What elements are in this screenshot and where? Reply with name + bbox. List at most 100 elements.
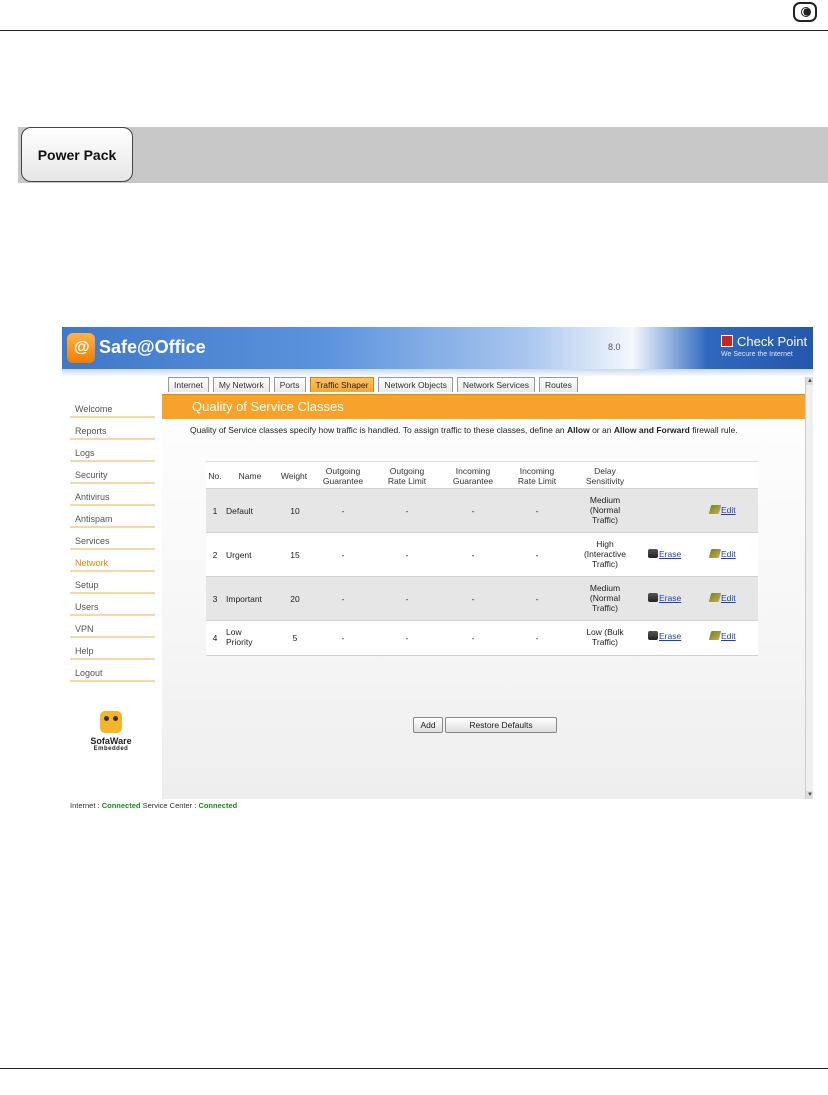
header-line: Outgoing: [325, 466, 361, 476]
vertical-scrollbar[interactable]: ▲ ▼: [805, 377, 813, 799]
erase-link[interactable]: Erase: [648, 549, 681, 559]
edit-link[interactable]: Edit: [708, 631, 736, 641]
cell-outgoing-rate-limit: -: [405, 633, 409, 643]
header-line: Sensitivity: [585, 476, 625, 486]
sidebar-item-label: Users: [75, 602, 99, 612]
sofaware-logo: SofaWare Embedded: [84, 711, 138, 752]
section-header: Quality of Service Classes: [162, 394, 805, 419]
cell-name: Important: [226, 594, 276, 604]
edit-link[interactable]: Edit: [708, 505, 736, 515]
sidebar-item-antispam[interactable]: Antispam: [70, 507, 155, 528]
table-header-row: No. Name Weight Outgoing Guarantee Outgoi…: [206, 461, 758, 488]
document-logo-icon: [793, 2, 817, 22]
edit-icon: [708, 549, 722, 558]
trash-icon: [648, 593, 658, 602]
cell-no: 1: [212, 506, 218, 516]
header-line: Incoming: [519, 466, 555, 476]
section-title: Quality of Service Classes: [192, 399, 344, 414]
name-line: Low: [226, 627, 242, 637]
col-outgoing-rate-limit: Outgoing Rate Limit: [382, 466, 432, 486]
ds-line: Medium: [589, 495, 621, 505]
app-header: Safe@Office 8.0 Check Point We Secure th…: [62, 327, 813, 369]
table-row: 3 Important 20 - - - - Medium (Normal Traf…: [206, 576, 758, 620]
status-service-value: Connected: [198, 801, 238, 810]
ds-line: Medium: [589, 583, 621, 593]
status-internet-label: Internet :: [70, 801, 100, 810]
tab-my-network[interactable]: My Network: [212, 377, 270, 392]
app-screenshot: Safe@Office 8.0 Check Point We Secure th…: [62, 327, 813, 813]
name-line: Urgent: [226, 550, 252, 560]
tab-network-services[interactable]: Network Services: [456, 377, 535, 392]
cell-outgoing-rate-limit: -: [405, 506, 409, 516]
sidebar-item-reports[interactable]: Reports: [70, 419, 155, 440]
cell-no: 4: [212, 633, 218, 643]
erase-link[interactable]: Erase: [648, 631, 681, 641]
cell-delay-sensitivity: Medium (Normal Traffic): [572, 495, 638, 525]
col-incoming-guarantee: Incoming Guarantee: [448, 466, 498, 486]
scroll-up-icon[interactable]: ▲: [806, 377, 813, 385]
cell-name: Default: [226, 506, 276, 516]
cell-no: 2: [212, 550, 218, 560]
sidebar-item-logs[interactable]: Logs: [70, 441, 155, 462]
ds-line: (Normal: [589, 505, 621, 515]
app-title: Safe@Office: [99, 337, 206, 357]
add-button[interactable]: Add: [413, 717, 443, 733]
ds-line: Traffic): [592, 515, 618, 525]
tab-ports[interactable]: Ports: [273, 377, 306, 392]
cell-no: 3: [212, 594, 218, 604]
header-line: Delay: [594, 466, 616, 476]
sidebar-nav: Welcome Reports Logs Security Antivirus …: [62, 397, 160, 683]
cell-incoming-rate-limit: -: [535, 633, 539, 643]
erase-label: Erase: [659, 549, 682, 559]
sidebar-item-setup[interactable]: Setup: [70, 573, 155, 594]
power-pack-badge: Power Pack: [21, 127, 133, 182]
sidebar-item-label: Services: [75, 536, 110, 546]
edit-icon: [708, 505, 722, 514]
sofaware-mascot-icon: [100, 711, 122, 733]
sidebar-item-logout[interactable]: Logout: [70, 661, 155, 682]
col-outgoing-guarantee: Outgoing Guarantee: [318, 466, 368, 486]
cell-name: Low Priority: [226, 627, 276, 647]
sofaware-subtitle: Embedded: [93, 746, 129, 752]
restore-defaults-button[interactable]: Restore Defaults: [445, 717, 557, 733]
section-description: Quality of Service classes specify how t…: [190, 425, 790, 436]
sidebar-item-label: Logs: [75, 448, 95, 458]
main-content: Internet My Network Ports Traffic Shaper…: [162, 377, 805, 799]
sidebar-item-network[interactable]: Network: [70, 551, 155, 572]
edit-link[interactable]: Edit: [708, 549, 736, 559]
header-line: Rate Limit: [387, 476, 427, 486]
cell-outgoing-rate-limit: -: [405, 550, 409, 560]
edit-link[interactable]: Edit: [708, 593, 736, 603]
header-line: Outgoing: [389, 466, 425, 476]
tab-internet[interactable]: Internet: [168, 377, 209, 392]
tab-traffic-shaper[interactable]: Traffic Shaper: [309, 377, 375, 392]
sidebar-item-label: VPN: [75, 624, 94, 634]
sidebar-item-label: Logout: [75, 668, 103, 678]
sidebar-item-services[interactable]: Services: [70, 529, 155, 550]
header-line: Rate Limit: [517, 476, 557, 486]
desc-text: Quality of Service classes specify how t…: [190, 425, 568, 435]
desc-text: firewall rule.: [689, 425, 738, 435]
desc-allow: Allow: [567, 425, 590, 435]
table-row: 1 Default 10 - - - - Medium (Normal Traffi…: [206, 488, 758, 532]
sidebar-item-security[interactable]: Security: [70, 463, 155, 484]
vendor-name: Check Point: [737, 334, 808, 349]
sidebar-item-vpn[interactable]: VPN: [70, 617, 155, 638]
power-pack-label: Power Pack: [37, 146, 117, 163]
cell-incoming-rate-limit: -: [535, 594, 539, 604]
sidebar-item-welcome[interactable]: Welcome: [70, 397, 155, 418]
footer-rule: [0, 1068, 828, 1069]
cell-name: Urgent: [226, 550, 276, 560]
sidebar-item-help[interactable]: Help: [70, 639, 155, 660]
trash-icon: [648, 631, 658, 640]
app-version: 8.0: [608, 342, 621, 352]
desc-text: or an: [589, 425, 614, 435]
erase-link[interactable]: Erase: [648, 593, 681, 603]
tab-network-objects[interactable]: Network Objects: [378, 377, 453, 392]
sidebar-item-antivirus[interactable]: Antivirus: [70, 485, 155, 506]
sidebar-item-users[interactable]: Users: [70, 595, 155, 616]
header-rule: [0, 30, 828, 31]
table-row: 4 Low Priority 5 - - - - Low (Bulk Traffic…: [206, 620, 758, 655]
scroll-down-icon[interactable]: ▼: [806, 791, 813, 799]
tab-routes[interactable]: Routes: [538, 377, 578, 392]
